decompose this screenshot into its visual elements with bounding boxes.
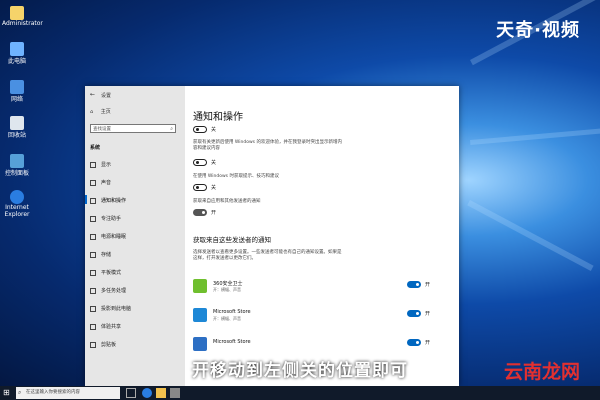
settings-app-icon[interactable] [170,388,180,398]
nav-active-indicator [85,195,87,204]
toggle-setting-1[interactable] [193,159,207,166]
desktop-icon-ie[interactable]: Internet Explorer [2,190,32,218]
app-name-0: 360安全卫士 [213,281,243,287]
settings-search-input[interactable]: 查找设置 ⌕ [90,124,176,133]
nav-item-power[interactable]: 电源和睡眠 [90,233,126,240]
taskbar-search-input[interactable]: ⌕ 在这里输入你要搜索的内容 [16,387,120,399]
home-icon: ⌂ [90,109,94,115]
task-view-icon[interactable] [126,388,136,398]
settings-content: 通知和操作 关 获取有关更新后使用 Windows 的欢迎体验，并在我登录时突出… [185,86,459,386]
nav-item-multitasking[interactable]: 多任务处理 [90,287,126,294]
watermark-bottom: 云南龙网 [503,361,580,383]
app-state-0: 开 [425,282,431,288]
app-sub-0: 开：横幅、声音 [213,287,241,292]
clipboard-icon [90,341,96,348]
nav-item-sound[interactable]: 声音 [90,179,111,186]
nav-item-clipboard[interactable]: 剪贴板 [90,341,116,348]
toggle-state-3: 开 [211,210,217,216]
ie-icon [10,190,24,204]
project-icon [90,305,96,312]
app-toggle-0[interactable] [407,281,421,288]
app-toggle-1[interactable] [407,310,421,317]
app-toggle-2[interactable] [407,339,421,346]
taskbar: ⊞ ⌕ 在这里输入你要搜索的内容 [0,386,600,400]
computer-icon [10,42,24,56]
app-name-1: Microsoft Store [213,309,251,315]
tablet-icon [90,269,96,276]
app-sub-1: 开：横幅、声音 [213,316,241,321]
focus-icon [90,215,96,222]
home-link[interactable]: ⌂ 主页 [90,108,111,115]
window-title: 设置 [101,93,112,99]
app-icon-360[interactable] [193,279,207,293]
nav-item-project[interactable]: 投影到此电脑 [90,305,131,312]
page-title: 通知和操作 [193,112,243,123]
user-folder-icon [10,6,24,20]
control-panel-icon [10,154,24,168]
nav-item-storage[interactable]: 存储 [90,251,111,258]
storage-icon [90,251,96,258]
network-icon [10,80,24,94]
app-icon-store[interactable] [193,308,207,322]
app-state-2: 开 [425,340,431,346]
nav-item-display[interactable]: 显示 [90,161,111,168]
multitask-icon [90,287,96,294]
settings-window: ← 设置 ⌂ 主页 查找设置 ⌕ 系统 显示 声音 通知和操作 专注助手 电源和… [85,86,459,386]
toggle-setting-2[interactable] [193,184,207,191]
toggle-state-2: 关 [211,185,217,191]
file-explorer-icon[interactable] [156,388,166,398]
section-label: 系统 [90,145,101,151]
back-arrow-icon[interactable]: ← [90,91,95,98]
setting-desc-1: 获取有关更新后使用 Windows 的欢迎体验，并在我登录时突出显示新增内容和建… [193,140,342,151]
senders-desc: 选择发送者以查看更多设置。一些发送者可能也有自己的通知设置。如果是这样，打开发送… [193,250,342,261]
nav-item-tablet[interactable]: 平板模式 [90,269,121,276]
search-icon: ⌕ [18,389,22,396]
toggle-setting-0[interactable] [193,126,207,133]
app-icon-store-2[interactable] [193,337,207,351]
desktop-icon-control-panel[interactable]: 控制面板 [2,154,32,177]
app-state-1: 开 [425,311,431,317]
toggle-setting-3[interactable] [193,209,207,216]
search-icon: ⌕ [170,126,173,132]
power-icon [90,233,96,240]
wallpaper-ray [467,200,594,272]
settings-sidebar: ← 设置 ⌂ 主页 查找设置 ⌕ 系统 显示 声音 通知和操作 专注助手 电源和… [85,86,185,386]
desktop-icon-user[interactable]: Administrator [2,6,43,27]
nav-item-notifications[interactable]: 通知和操作 [90,197,126,204]
senders-title: 获取来自这些发送者的通知 [193,236,271,244]
toggle-state-1: 关 [211,160,217,166]
desktop-icon-recycle-bin[interactable]: 回收站 [2,116,32,139]
setting-desc-3: 获取来自应用和其他发送者的通知 [193,199,261,204]
nav-item-shared[interactable]: 体验共享 [90,323,121,330]
desktop-icon-network[interactable]: 网络 [2,80,32,103]
notification-icon [90,197,96,204]
app-name-2: Microsoft Store [213,339,251,345]
windows-start-icon[interactable]: ⊞ [3,388,13,398]
watermark-top: 天奇·视频 [496,20,580,41]
wallpaper-ray [470,127,600,145]
sound-icon [90,179,96,186]
edge-icon[interactable] [142,388,152,398]
desktop-icon-this-pc[interactable]: 此电脑 [2,42,32,65]
display-icon [90,161,96,168]
toggle-state-0: 关 [211,127,217,133]
recycle-bin-icon [10,116,24,130]
share-icon [90,323,96,330]
nav-item-focus-assist[interactable]: 专注助手 [90,215,121,222]
setting-desc-2: 在使用 Windows 时获取提示、技巧和建议 [193,174,279,179]
